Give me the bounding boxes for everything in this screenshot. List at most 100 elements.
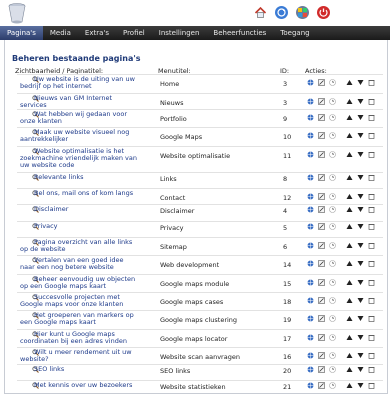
page-title-link[interactable]: SEO links xyxy=(20,366,138,373)
down-arrow-icon[interactable] xyxy=(357,315,364,322)
clock-icon[interactable] xyxy=(329,223,336,230)
globe-icon[interactable] xyxy=(307,79,314,86)
delete-icon[interactable] xyxy=(368,297,375,304)
clock-icon[interactable] xyxy=(329,79,336,86)
down-arrow-icon[interactable] xyxy=(357,193,364,200)
down-arrow-icon[interactable] xyxy=(357,174,364,181)
globe-icon[interactable] xyxy=(307,242,314,249)
up-arrow-icon[interactable] xyxy=(346,382,353,389)
delete-icon[interactable] xyxy=(368,334,375,341)
up-arrow-icon[interactable] xyxy=(346,114,353,121)
clock-icon[interactable] xyxy=(329,352,336,359)
edit-icon[interactable] xyxy=(318,79,325,86)
globe-icon[interactable] xyxy=(307,382,314,389)
edit-icon[interactable] xyxy=(318,223,325,230)
up-arrow-icon[interactable] xyxy=(346,260,353,267)
edit-icon[interactable] xyxy=(318,352,325,359)
up-arrow-icon[interactable] xyxy=(346,151,353,158)
globe-icon[interactable] xyxy=(307,260,314,267)
down-arrow-icon[interactable] xyxy=(357,242,364,249)
down-arrow-icon[interactable] xyxy=(357,151,364,158)
globe-icon[interactable] xyxy=(307,174,314,181)
clock-icon[interactable] xyxy=(329,334,336,341)
globe-icon[interactable] xyxy=(307,279,314,286)
edit-icon[interactable] xyxy=(318,114,325,121)
page-title-link[interactable]: Pagina overzicht van alle links op de we… xyxy=(20,239,138,253)
page-title-link[interactable]: Uw website is de uiting van uw bedrijf o… xyxy=(20,76,138,90)
down-arrow-icon[interactable] xyxy=(357,260,364,267)
page-title-link[interactable]: Maak uw website visueel nog aantrekkelij… xyxy=(20,129,138,143)
clock-icon[interactable] xyxy=(329,114,336,121)
up-arrow-icon[interactable] xyxy=(346,79,353,86)
page-title-link[interactable]: Privacy xyxy=(20,223,138,230)
down-arrow-icon[interactable] xyxy=(357,79,364,86)
globe-icon[interactable] xyxy=(307,366,314,373)
up-arrow-icon[interactable] xyxy=(346,98,353,105)
clock-icon[interactable] xyxy=(329,193,336,200)
globe-icon[interactable] xyxy=(307,297,314,304)
clock-icon[interactable] xyxy=(329,98,336,105)
globe-icon[interactable] xyxy=(307,223,314,230)
page-title-link[interactable]: Website optimalisatie is het zoekmachine… xyxy=(20,148,138,169)
up-arrow-icon[interactable] xyxy=(346,315,353,322)
clock-icon[interactable] xyxy=(329,242,336,249)
edit-icon[interactable] xyxy=(318,315,325,322)
edit-icon[interactable] xyxy=(318,279,325,286)
edit-icon[interactable] xyxy=(318,98,325,105)
page-title-link[interactable]: Met kennis over uw bezoekers xyxy=(20,382,138,389)
logout-icon[interactable] xyxy=(317,6,330,19)
edit-icon[interactable] xyxy=(318,260,325,267)
delete-icon[interactable] xyxy=(368,98,375,105)
up-arrow-icon[interactable] xyxy=(346,297,353,304)
up-arrow-icon[interactable] xyxy=(346,279,353,286)
down-arrow-icon[interactable] xyxy=(357,98,364,105)
globe-icon[interactable] xyxy=(307,193,314,200)
delete-icon[interactable] xyxy=(368,260,375,267)
globe-icon[interactable] xyxy=(307,98,314,105)
tab-extras[interactable]: Extra's xyxy=(78,26,116,40)
page-title-link[interactable]: Wilt u meer rendement uit uw website? xyxy=(20,349,138,363)
clock-icon[interactable] xyxy=(329,366,336,373)
clock-icon[interactable] xyxy=(329,206,336,213)
delete-icon[interactable] xyxy=(368,79,375,86)
delete-icon[interactable] xyxy=(368,352,375,359)
up-arrow-icon[interactable] xyxy=(346,366,353,373)
globe-icon[interactable] xyxy=(307,151,314,158)
home-icon[interactable] xyxy=(254,6,267,19)
down-arrow-icon[interactable] xyxy=(357,132,364,139)
edit-icon[interactable] xyxy=(318,132,325,139)
page-title-link[interactable]: Succesvolle projecten met Google maps vo… xyxy=(20,294,138,308)
down-arrow-icon[interactable] xyxy=(357,382,364,389)
edit-icon[interactable] xyxy=(318,242,325,249)
delete-icon[interactable] xyxy=(368,223,375,230)
up-arrow-icon[interactable] xyxy=(346,242,353,249)
delete-icon[interactable] xyxy=(368,315,375,322)
settings-icon[interactable] xyxy=(296,6,309,19)
edit-icon[interactable] xyxy=(318,206,325,213)
up-arrow-icon[interactable] xyxy=(346,352,353,359)
edit-icon[interactable] xyxy=(318,366,325,373)
page-title-link[interactable]: Disclaimer xyxy=(20,206,138,213)
down-arrow-icon[interactable] xyxy=(357,334,364,341)
delete-icon[interactable] xyxy=(368,132,375,139)
clock-icon[interactable] xyxy=(329,279,336,286)
down-arrow-icon[interactable] xyxy=(357,206,364,213)
clock-icon[interactable] xyxy=(329,315,336,322)
tab-profiel[interactable]: Profiel xyxy=(116,26,152,40)
down-arrow-icon[interactable] xyxy=(357,297,364,304)
delete-icon[interactable] xyxy=(368,242,375,249)
up-arrow-icon[interactable] xyxy=(346,193,353,200)
globe-icon[interactable] xyxy=(307,114,314,121)
clock-icon[interactable] xyxy=(329,260,336,267)
globe-icon[interactable] xyxy=(307,206,314,213)
edit-icon[interactable] xyxy=(318,193,325,200)
page-title-link[interactable]: Bel ons, mail ons of kom langs xyxy=(20,190,138,197)
tab-media[interactable]: Media xyxy=(43,26,78,40)
down-arrow-icon[interactable] xyxy=(357,352,364,359)
page-title-link[interactable]: Vertalen van een goed idee naar een nog … xyxy=(20,257,138,271)
down-arrow-icon[interactable] xyxy=(357,279,364,286)
delete-icon[interactable] xyxy=(368,193,375,200)
delete-icon[interactable] xyxy=(368,382,375,389)
clock-icon[interactable] xyxy=(329,297,336,304)
clock-icon[interactable] xyxy=(329,151,336,158)
